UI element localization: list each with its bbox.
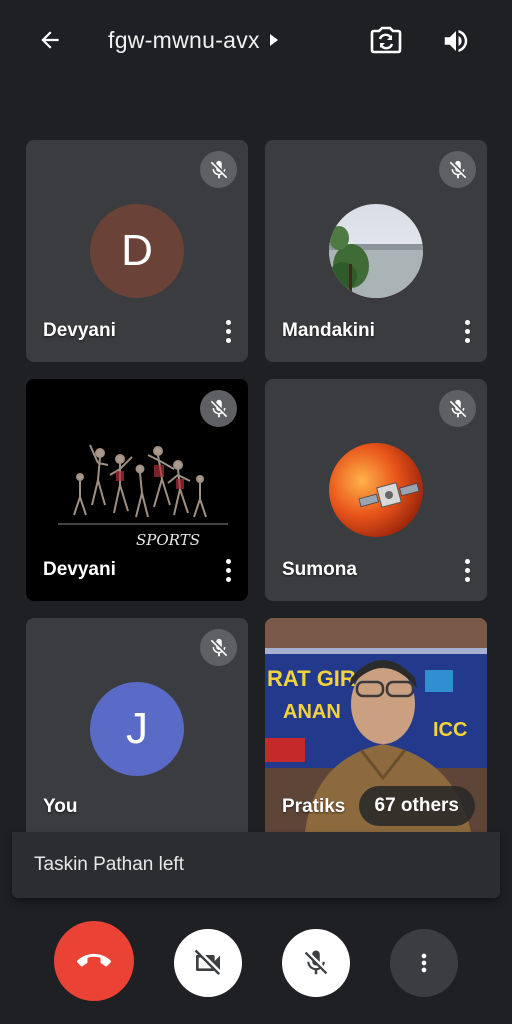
speaker-button[interactable] bbox=[436, 22, 476, 60]
participant-tile[interactable]: Sumona bbox=[265, 379, 487, 601]
participant-name: Mandakini bbox=[282, 320, 375, 341]
mic-off-icon bbox=[210, 638, 227, 656]
banner-line: ANAN bbox=[283, 701, 341, 723]
participant-tile[interactable]: Mandakini bbox=[265, 140, 487, 362]
top-bar: fgw-mwnu-avx bbox=[0, 0, 512, 80]
sports-video-frame: SPORTS bbox=[58, 444, 228, 549]
mic-off-icon bbox=[449, 399, 466, 417]
switch-camera-icon bbox=[370, 26, 402, 54]
participant-video-tile[interactable]: RAT GIR ANAN ICC Pratiks 67 others bbox=[265, 618, 487, 832]
mic-toggle-button[interactable] bbox=[282, 929, 350, 997]
speaker-icon bbox=[444, 30, 468, 52]
participant-left-toast: Taskin Pathan left bbox=[12, 832, 500, 898]
mic-off-icon bbox=[304, 950, 328, 975]
avatar-photo bbox=[329, 443, 423, 537]
more-vert-icon bbox=[225, 319, 231, 325]
participant-menu-button[interactable] bbox=[218, 316, 238, 346]
participant-menu-button[interactable] bbox=[457, 316, 477, 346]
mic-off-icon bbox=[210, 160, 227, 178]
caret-right-icon bbox=[269, 34, 278, 46]
participant-name: Pratiks bbox=[282, 796, 346, 817]
participant-menu-button[interactable] bbox=[218, 555, 238, 585]
avatar: J bbox=[90, 682, 184, 776]
meeting-code: fgw-mwnu-avx bbox=[108, 26, 260, 53]
participant-tile[interactable]: D Devyani bbox=[26, 140, 248, 362]
avatar: D bbox=[90, 204, 184, 298]
switch-camera-button[interactable] bbox=[366, 22, 406, 60]
mic-off-icon bbox=[210, 399, 227, 417]
participant-menu-button[interactable] bbox=[457, 555, 477, 585]
mic-muted-badge bbox=[200, 390, 237, 427]
back-arrow-icon bbox=[41, 31, 59, 49]
camera-toggle-button[interactable] bbox=[174, 929, 242, 997]
end-call-button[interactable] bbox=[54, 921, 134, 1001]
more-vert-icon bbox=[464, 558, 470, 564]
mic-muted-badge bbox=[439, 390, 476, 427]
sports-caption: SPORTS bbox=[136, 531, 200, 549]
back-button[interactable] bbox=[32, 22, 68, 58]
others-count-button[interactable]: 67 others bbox=[358, 786, 475, 826]
participant-name: Devyani bbox=[43, 559, 116, 580]
avatar-photo bbox=[329, 204, 423, 298]
self-tile[interactable]: J You bbox=[26, 618, 248, 832]
banner-line: ICC bbox=[433, 719, 467, 741]
participant-video-tile[interactable]: SPORTS Devyani bbox=[26, 379, 248, 601]
participant-name: Devyani bbox=[43, 320, 116, 341]
banner-line: RAT GIR bbox=[267, 666, 356, 691]
participant-name: You bbox=[43, 796, 78, 817]
end-call-icon bbox=[77, 953, 111, 967]
more-vert-icon bbox=[464, 319, 470, 325]
mic-off-icon bbox=[449, 160, 466, 178]
participant-name: Sumona bbox=[282, 559, 357, 580]
camera-off-icon bbox=[194, 949, 220, 975]
mic-muted-badge bbox=[200, 151, 237, 188]
more-vert-icon bbox=[421, 953, 427, 973]
more-options-button[interactable] bbox=[390, 929, 458, 997]
mic-muted-badge bbox=[439, 151, 476, 188]
more-vert-icon bbox=[225, 558, 231, 564]
mic-muted-badge bbox=[200, 629, 237, 666]
meeting-details-button[interactable]: fgw-mwnu-avx bbox=[108, 24, 280, 56]
toast-message: Taskin Pathan left bbox=[34, 854, 184, 875]
